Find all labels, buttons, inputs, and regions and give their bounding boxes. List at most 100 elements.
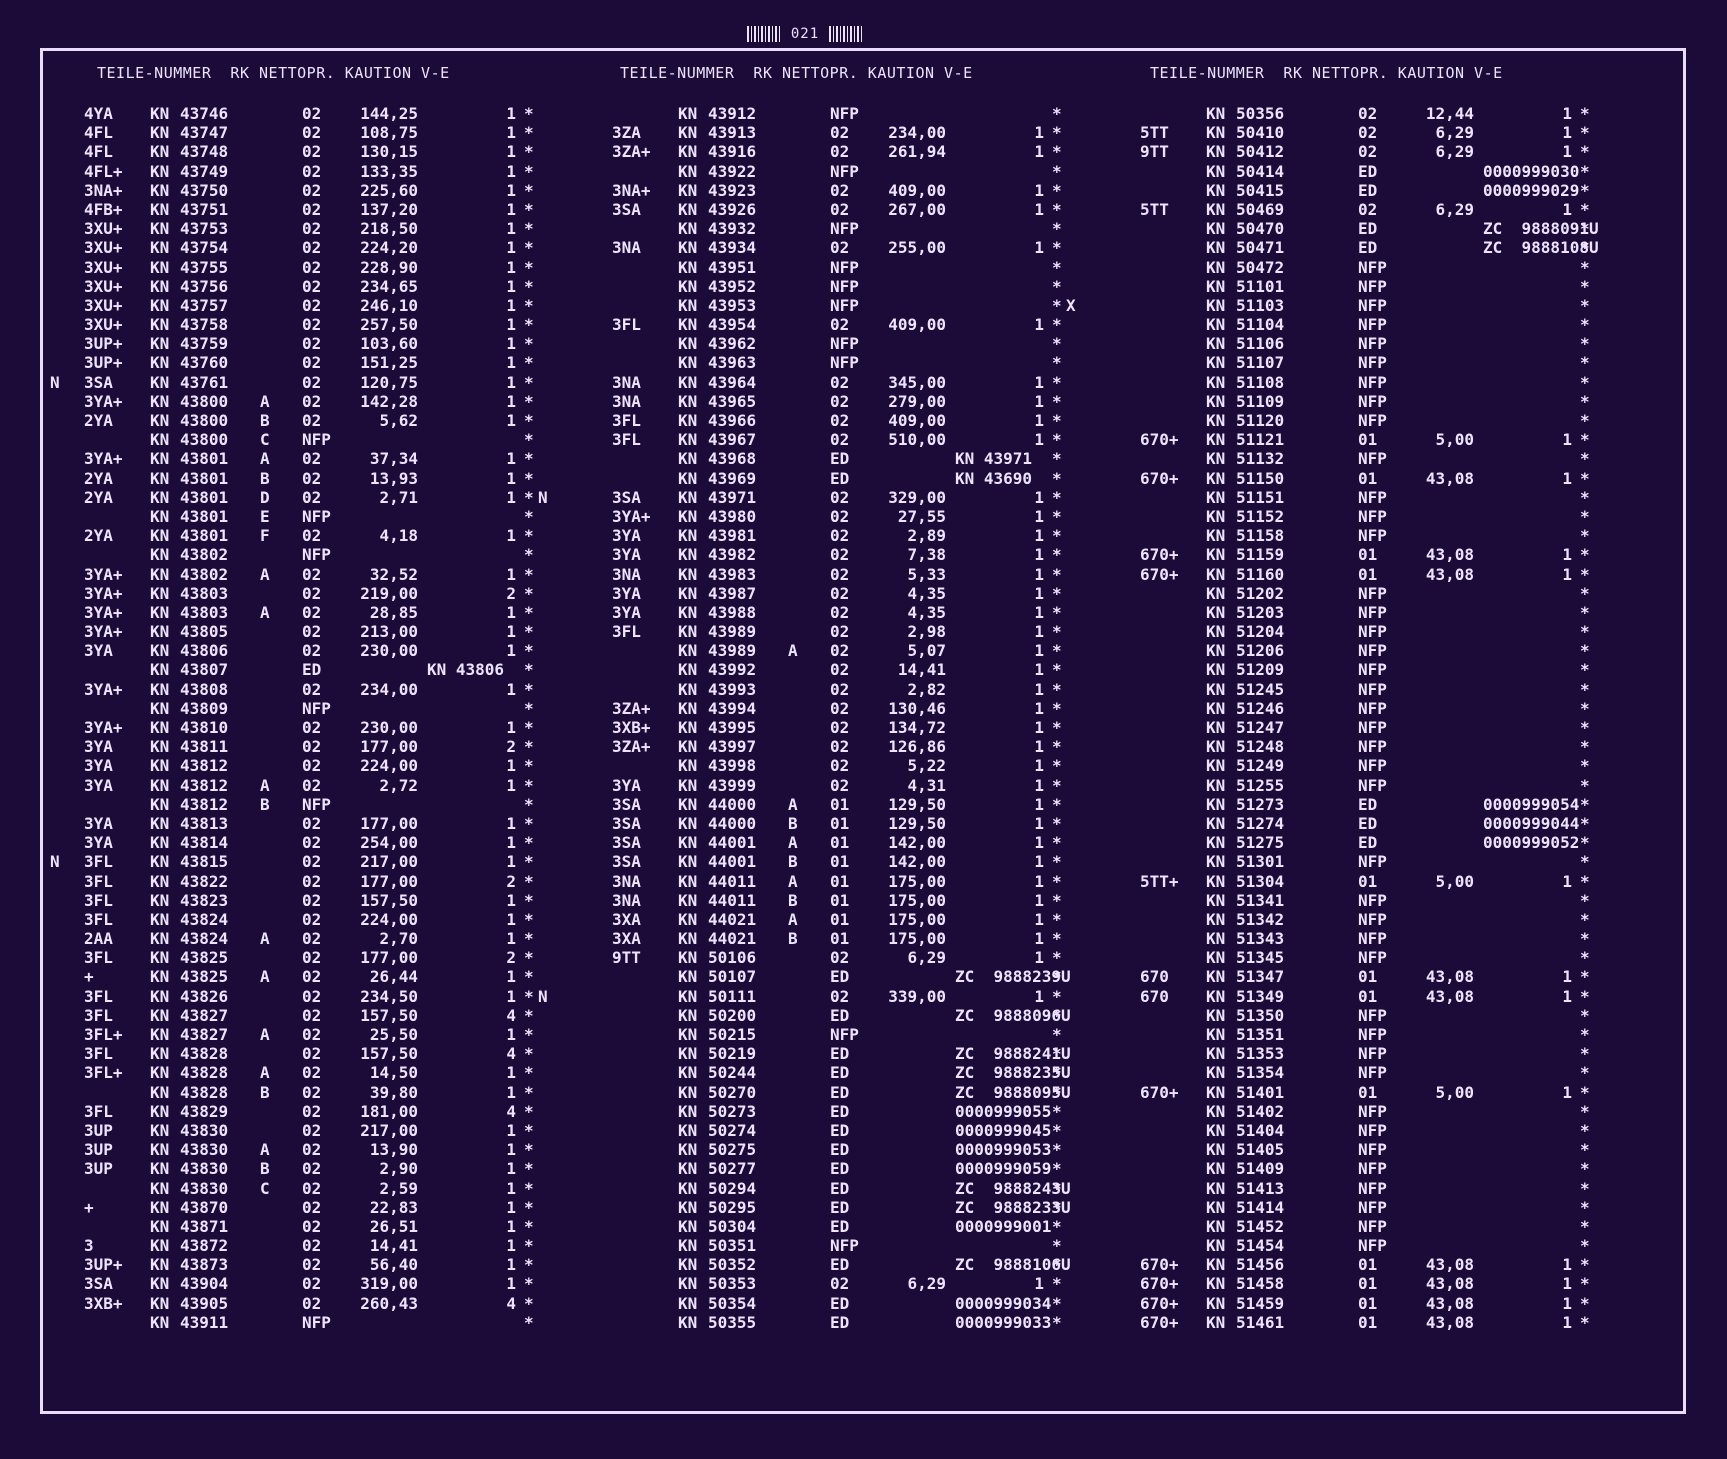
part-prefix: 3FL <box>84 909 113 929</box>
rk-code: NFP <box>1358 602 1387 622</box>
rows-column-1: 4YA KN 43746 02 144,25 1 * 4FL KN 43747 02 108,75 1 *… <box>50 104 582 1332</box>
star-marker: * <box>1580 142 1590 162</box>
star-marker: * <box>1052 698 1062 718</box>
ve-value: 1 <box>1562 142 1572 162</box>
table-row: KN 51354 NFP * <box>1118 1063 1638 1082</box>
ve-value: 1 <box>1034 948 1044 968</box>
part-kn: KN <box>1206 1025 1226 1044</box>
star-marker: * <box>1052 967 1062 987</box>
rk-code: NFP <box>302 506 331 526</box>
rk-code: 02 <box>302 104 322 123</box>
rk-code: 02 <box>830 564 850 584</box>
part-kn: KN <box>678 161 698 181</box>
part-number: 44021 <box>708 929 757 949</box>
table-row: 3SA KN 43971 02 329,00 1 * <box>590 488 1110 507</box>
part-number: 51203 <box>1236 602 1285 622</box>
star-marker: * <box>1052 1044 1062 1064</box>
table-row: 3FL KN 43822 02 177,00 2 * <box>62 872 582 891</box>
table-row: KN 50215 NFP * <box>590 1025 1110 1044</box>
part-kn: KN <box>678 622 698 642</box>
ve-value: 1 <box>506 449 516 469</box>
part-number: 43812 <box>180 794 229 814</box>
part-kn: KN <box>150 929 170 949</box>
table-row: KN 51158 NFP * <box>1118 526 1638 545</box>
part-kn: KN <box>150 295 170 315</box>
part-prefix: 3YA+ <box>84 679 123 699</box>
star-marker: * <box>1580 123 1590 143</box>
variant-letter: A <box>788 794 798 814</box>
star-marker: * <box>1580 833 1590 853</box>
part-kn: KN <box>1206 890 1226 910</box>
ve-value: 1 <box>506 276 516 296</box>
part-kn: KN <box>1206 583 1226 603</box>
part-number: 43913 <box>708 123 757 143</box>
part-kn: KN <box>150 852 170 872</box>
rk-code: NFP <box>830 1025 859 1044</box>
table-row: KN 51275 ED 0000999052 * <box>1118 833 1638 852</box>
table-row: KN 43912 NFP * <box>590 104 1110 123</box>
part-kn: KN <box>1206 180 1226 200</box>
table-row: 3ZA+ KN 43916 02 261,94 1 * <box>590 142 1110 161</box>
kaution-value: 0000999045 <box>955 1120 1052 1140</box>
variant-letter: A <box>788 833 798 853</box>
row-flag: N <box>50 372 60 392</box>
part-kn: KN <box>1206 641 1226 661</box>
net-price: 137,20 <box>360 199 418 219</box>
part-kn: KN <box>678 315 698 335</box>
table-row: KN 51249 NFP * <box>1118 756 1638 775</box>
part-number: 43983 <box>708 564 757 584</box>
star-marker: * <box>524 411 534 430</box>
rk-code: 02 <box>830 315 850 335</box>
part-number: 44000 <box>708 794 757 814</box>
table-row: KN 51247 NFP * <box>1118 718 1638 737</box>
rk-code: NFP <box>1358 852 1387 872</box>
part-kn: KN <box>150 142 170 162</box>
part-number: 43805 <box>180 622 229 642</box>
table-row: KN 51151 NFP * <box>1118 488 1638 507</box>
column-2: TEILE-NUMMER RK NETTOPR. KAUTION V-E KN 4… <box>590 64 1110 1332</box>
part-prefix: 3SA <box>612 852 641 872</box>
ve-value: 1 <box>1034 871 1044 891</box>
rk-code: 02 <box>830 180 850 200</box>
column-header: TEILE-NUMMER RK NETTOPR. KAUTION V-E <box>97 64 450 82</box>
part-prefix: 9TT <box>612 948 641 968</box>
rk-code: 02 <box>302 909 322 929</box>
rk-code: 02 <box>830 487 850 507</box>
rk-code: 02 <box>302 334 322 354</box>
ve-value: 1 <box>506 1082 516 1102</box>
net-price: 120,75 <box>360 372 418 392</box>
rk-code: NFP <box>1358 1159 1387 1179</box>
ve-value: 1 <box>1034 641 1044 661</box>
rk-code: 02 <box>830 641 850 661</box>
variant-letter: B <box>788 813 798 833</box>
rk-code: 02 <box>302 180 322 200</box>
row-mark: N <box>538 487 548 507</box>
part-prefix: 3FL+ <box>84 1063 123 1083</box>
part-kn: KN <box>678 929 698 949</box>
rk-code: ED <box>830 1101 850 1121</box>
variant-letter: A <box>788 909 798 929</box>
part-kn: KN <box>1206 948 1226 968</box>
table-row: 3YA KN 43988 02 4,35 1 * <box>590 603 1110 622</box>
rk-code: 02 <box>830 986 850 1006</box>
part-kn: KN <box>1206 123 1226 143</box>
part-number: 51304 <box>1236 871 1285 891</box>
star-marker: * <box>524 833 534 853</box>
table-row: KN 51414 NFP * <box>1118 1198 1638 1217</box>
part-number: 43748 <box>180 142 229 162</box>
part-kn: KN <box>678 718 698 737</box>
star-marker: * <box>1052 1005 1062 1025</box>
table-row: 3NA KN 43964 02 345,00 1 * <box>590 373 1110 392</box>
star-marker: * <box>1580 929 1590 949</box>
table-row: 670+ KN 51401 01 5,00 1 * <box>1118 1083 1638 1102</box>
table-row: KN 50277 ED 0000999059 * <box>590 1159 1110 1178</box>
star-marker: * <box>524 1082 534 1102</box>
table-row: KN 43807 ED KN 43806 * <box>62 660 582 679</box>
star-marker: * <box>1580 602 1590 622</box>
part-number: 43827 <box>180 1005 229 1025</box>
part-kn: KN <box>150 813 170 833</box>
barcode-right-icon <box>829 26 864 42</box>
part-kn: KN <box>150 334 170 354</box>
kaution-value: 0000999053 <box>955 1140 1052 1160</box>
table-row: KN 51108 NFP * <box>1118 373 1638 392</box>
